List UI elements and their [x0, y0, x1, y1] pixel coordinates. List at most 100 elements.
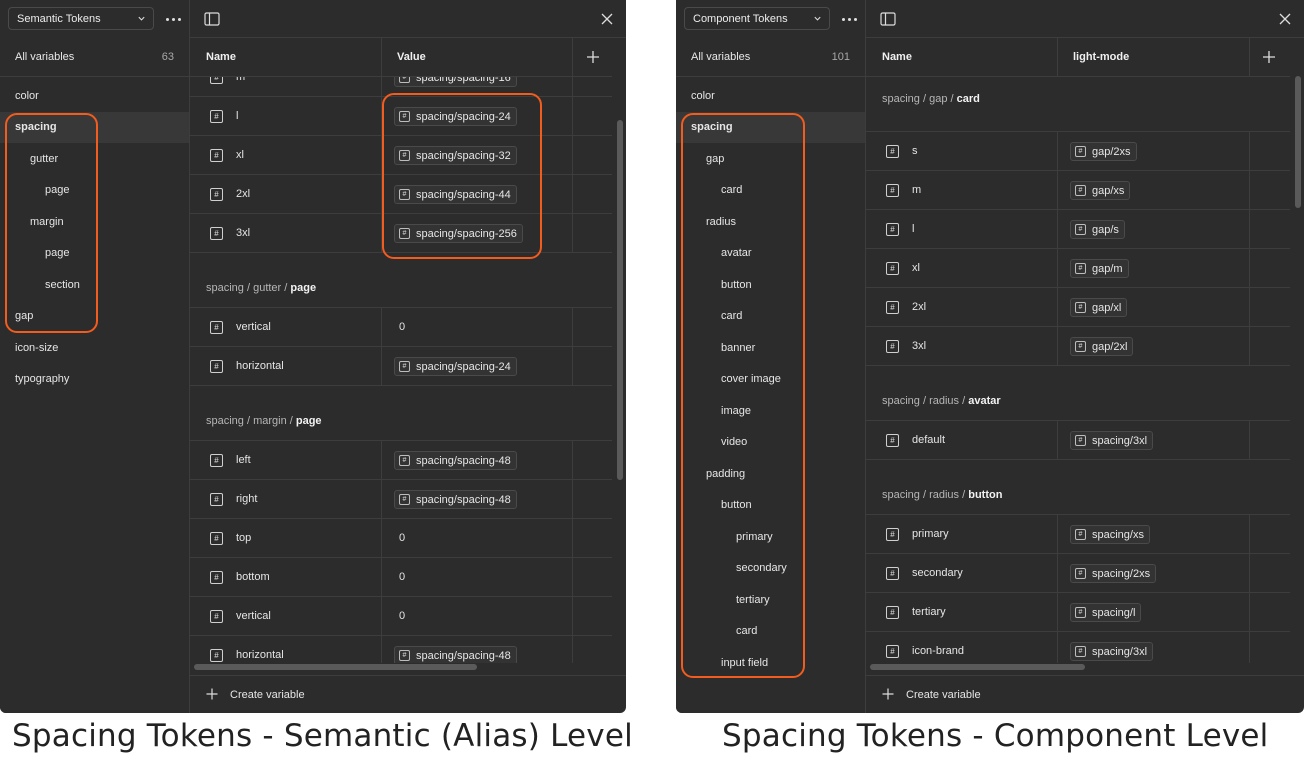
variable-name[interactable]: l	[236, 110, 238, 122]
variable-name[interactable]: right	[236, 493, 257, 505]
group-item-spacing[interactable]: spacing	[676, 111, 865, 143]
horizontal-scrollbar[interactable]	[194, 664, 477, 670]
variable-name[interactable]: 3xl	[912, 340, 926, 352]
all-variables-item[interactable]: All variables 63	[0, 38, 189, 77]
group-item-tertiary[interactable]: tertiary	[676, 584, 865, 616]
group-item-card[interactable]: card	[676, 616, 865, 648]
group-item-input-field[interactable]: input field	[676, 647, 865, 679]
alias-value-pill[interactable]: # spacing/3xl	[1070, 431, 1154, 450]
group-item-button[interactable]: button	[676, 269, 865, 301]
table-row[interactable]: # bottom 0	[190, 558, 612, 597]
group-item-gap[interactable]: gap	[676, 143, 865, 175]
all-variables-item[interactable]: All variables 101	[676, 38, 865, 77]
group-item-margin[interactable]: margin	[0, 206, 189, 238]
table-row[interactable]: # horizontal # spacing/spacing-24	[190, 347, 612, 386]
group-item-padding[interactable]: padding	[676, 458, 865, 490]
variable-name[interactable]: vertical	[236, 610, 271, 622]
table-row[interactable]: # default # spacing/3xl	[866, 421, 1290, 460]
group-item-primary[interactable]: primary	[676, 521, 865, 553]
group-item-card[interactable]: card	[676, 175, 865, 207]
close-icon[interactable]	[1278, 12, 1292, 26]
alias-value-pill[interactable]: # spacing/2xs	[1070, 564, 1157, 583]
table-row[interactable]: # top 0	[190, 519, 612, 558]
group-item-icon-size[interactable]: icon-size	[0, 332, 189, 364]
alias-value-pill[interactable]: # gap/xs	[1070, 181, 1131, 200]
alias-value-pill[interactable]: # spacing/spacing-44	[394, 185, 517, 204]
table-row[interactable]: # l # spacing/spacing-24	[190, 97, 612, 136]
table-row[interactable]: # horizontal # spacing/spacing-48	[190, 636, 612, 663]
table-row[interactable]: # vertical 0	[190, 597, 612, 636]
alias-value-pill[interactable]: # gap/m	[1070, 259, 1129, 278]
table-row[interactable]: # xl # spacing/spacing-32	[190, 136, 612, 175]
variable-name[interactable]: 2xl	[912, 301, 926, 313]
variable-name[interactable]: secondary	[912, 567, 963, 579]
table-row[interactable]: # l # gap/s	[866, 210, 1290, 249]
more-dots-icon[interactable]	[842, 12, 860, 26]
table-row[interactable]: # secondary # spacing/2xs	[866, 554, 1290, 593]
horizontal-scrollbar[interactable]	[870, 664, 1085, 670]
sidebar-toggle-icon[interactable]	[880, 12, 896, 26]
table-row[interactable]: # right # spacing/spacing-48	[190, 480, 612, 519]
alias-value-pill[interactable]: # gap/s	[1070, 220, 1125, 239]
group-item-color[interactable]: color	[0, 80, 189, 112]
variable-name[interactable]: icon-brand	[912, 645, 964, 657]
plus-icon[interactable]	[1262, 50, 1276, 64]
table-row[interactable]: #3xl # spacing/spacing-256	[190, 214, 612, 253]
collection-dropdown[interactable]: Component Tokens	[684, 7, 830, 30]
create-variable-button[interactable]: Create variable	[190, 675, 626, 713]
group-item-typography[interactable]: typography	[0, 364, 189, 396]
alias-value-pill[interactable]: # gap/2xl	[1070, 337, 1134, 356]
table-row[interactable]: # m # spacing/spacing-16	[190, 77, 612, 97]
collection-dropdown[interactable]: Semantic Tokens	[8, 7, 154, 30]
alias-value-pill[interactable]: # gap/2xs	[1070, 142, 1137, 161]
group-item-video[interactable]: video	[676, 427, 865, 459]
group-item-color[interactable]: color	[676, 80, 865, 112]
table-row[interactable]: # vertical 0	[190, 308, 612, 347]
variable-name[interactable]: primary	[912, 528, 949, 540]
variable-name[interactable]: xl	[912, 262, 920, 274]
alias-value-pill[interactable]: # spacing/spacing-24	[394, 357, 517, 376]
variable-name[interactable]: xl	[236, 149, 244, 161]
alias-value-pill[interactable]: # spacing/l	[1070, 603, 1142, 622]
variable-value[interactable]: 0	[399, 610, 405, 622]
variable-name[interactable]: 3xl	[236, 227, 250, 239]
more-dots-icon[interactable]	[166, 12, 184, 26]
group-item-gap[interactable]: gap	[0, 301, 189, 333]
alias-value-pill[interactable]: # spacing/spacing-24	[394, 107, 517, 126]
group-item-banner[interactable]: banner	[676, 332, 865, 364]
alias-value-pill[interactable]: # spacing/spacing-256	[394, 224, 523, 243]
group-item-cover-image[interactable]: cover image	[676, 364, 865, 396]
variable-name[interactable]: bottom	[236, 571, 270, 583]
group-item-secondary[interactable]: secondary	[676, 553, 865, 585]
variable-name[interactable]: l	[912, 223, 914, 235]
create-variable-button[interactable]: Create variable	[866, 675, 1304, 713]
alias-value-pill[interactable]: # spacing/spacing-32	[394, 146, 517, 165]
alias-value-pill[interactable]: # gap/xl	[1070, 298, 1128, 317]
group-item-gutter[interactable]: gutter	[0, 143, 189, 175]
variable-name[interactable]: m	[912, 184, 921, 196]
plus-icon[interactable]	[586, 50, 600, 64]
vertical-scrollbar[interactable]	[1295, 76, 1301, 208]
variable-name[interactable]: 2xl	[236, 188, 250, 200]
group-item-section[interactable]: section	[0, 269, 189, 301]
table-row[interactable]: # m # gap/xs	[866, 171, 1290, 210]
close-icon[interactable]	[600, 12, 614, 26]
alias-value-pill[interactable]: # spacing/spacing-48	[394, 646, 517, 663]
alias-value-pill[interactable]: # spacing/3xl	[1070, 642, 1154, 661]
table-row[interactable]: # s # gap/2xs	[866, 132, 1290, 171]
group-item-page[interactable]: page	[0, 175, 189, 207]
variable-name[interactable]: vertical	[236, 321, 271, 333]
group-item-card[interactable]: card	[676, 301, 865, 333]
variable-name[interactable]: horizontal	[236, 360, 284, 372]
table-row[interactable]: # icon-brand # spacing/3xl	[866, 632, 1290, 663]
table-row[interactable]: # xl # gap/m	[866, 249, 1290, 288]
variable-name[interactable]: horizontal	[236, 649, 284, 661]
variable-name[interactable]: tertiary	[912, 606, 946, 618]
table-row[interactable]: #3xl # gap/2xl	[866, 327, 1290, 366]
alias-value-pill[interactable]: # spacing/spacing-48	[394, 451, 517, 470]
variable-value[interactable]: 0	[399, 532, 405, 544]
sidebar-toggle-icon[interactable]	[204, 12, 220, 26]
alias-value-pill[interactable]: # spacing/spacing-16	[394, 77, 517, 87]
variable-name[interactable]: default	[912, 434, 945, 446]
group-item-button[interactable]: button	[676, 490, 865, 522]
